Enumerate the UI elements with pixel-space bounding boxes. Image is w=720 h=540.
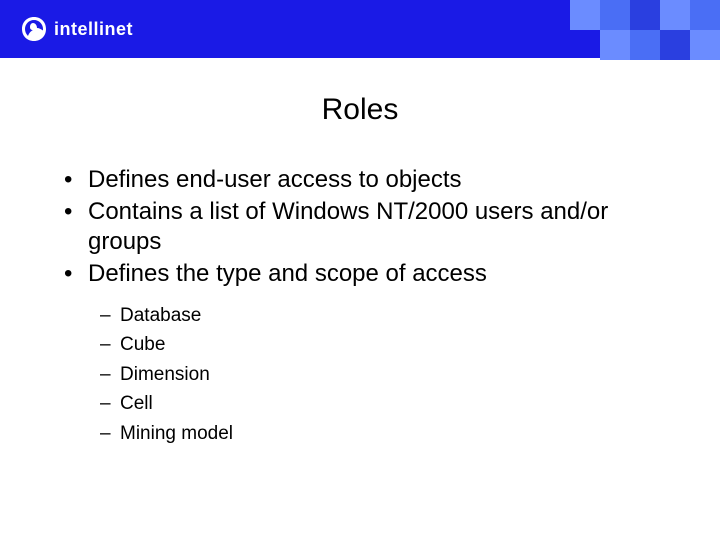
sub-bullet-item: Database [100,301,680,330]
sub-bullet-item: Cube [100,330,680,359]
bullet-text: Contains a list of Windows NT/2000 users… [88,198,608,255]
sub-bullet-text: Cell [120,393,153,414]
bullet-text: Defines end-user access to objects [88,166,462,193]
slide-content: Defines end-user access to objects Conta… [0,165,720,448]
sub-bullet-list: Database Cube Dimension Cell Mining mode… [100,301,680,448]
sub-bullet-item: Dimension [100,360,680,389]
bullet-item: Contains a list of Windows NT/2000 users… [58,197,680,257]
sub-bullet-text: Dimension [120,364,210,385]
main-bullet-list: Defines end-user access to objects Conta… [58,165,680,448]
brand-logo: intellinet [20,15,133,43]
header-bar: intellinet [0,0,720,58]
sub-bullet-item: Cell [100,389,680,418]
bullet-item: Defines end-user access to objects [58,165,680,195]
globe-person-icon [20,15,48,43]
sub-bullet-text: Database [120,305,201,326]
decorative-squares [570,0,720,60]
bullet-text: Defines the type and scope of access [88,260,487,287]
sub-bullet-item: Mining model [100,419,680,448]
sub-bullet-text: Cube [120,334,165,355]
bullet-item: Defines the type and scope of access Dat… [58,259,680,448]
sub-bullet-text: Mining model [120,423,233,444]
brand-name: intellinet [54,19,133,40]
slide-title: Roles [0,93,720,127]
